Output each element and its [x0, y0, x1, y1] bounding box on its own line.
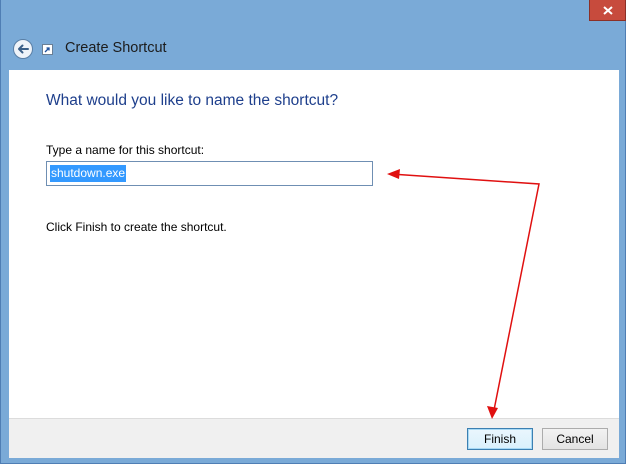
back-arrow-icon — [18, 44, 29, 54]
finish-instruction: Click Finish to create the shortcut. — [46, 220, 227, 234]
shortcut-name-value: shutdown.exe — [50, 165, 127, 182]
finish-button[interactable]: Finish — [467, 428, 533, 450]
wizard-content: What would you like to name the shortcut… — [9, 70, 619, 418]
cancel-button[interactable]: Cancel — [542, 428, 608, 450]
close-button[interactable] — [589, 0, 626, 21]
create-shortcut-window: Create Shortcut What would you like to n… — [0, 0, 626, 464]
shortcut-icon — [42, 44, 53, 55]
shortcut-name-label: Type a name for this shortcut: — [46, 143, 205, 157]
page-heading: What would you like to name the shortcut… — [46, 92, 339, 109]
window-title: Create Shortcut — [65, 40, 167, 56]
back-button[interactable] — [13, 39, 33, 59]
button-bar: Finish Cancel — [9, 418, 619, 458]
close-icon — [602, 5, 613, 15]
shortcut-name-input[interactable]: shutdown.exe — [46, 161, 373, 186]
